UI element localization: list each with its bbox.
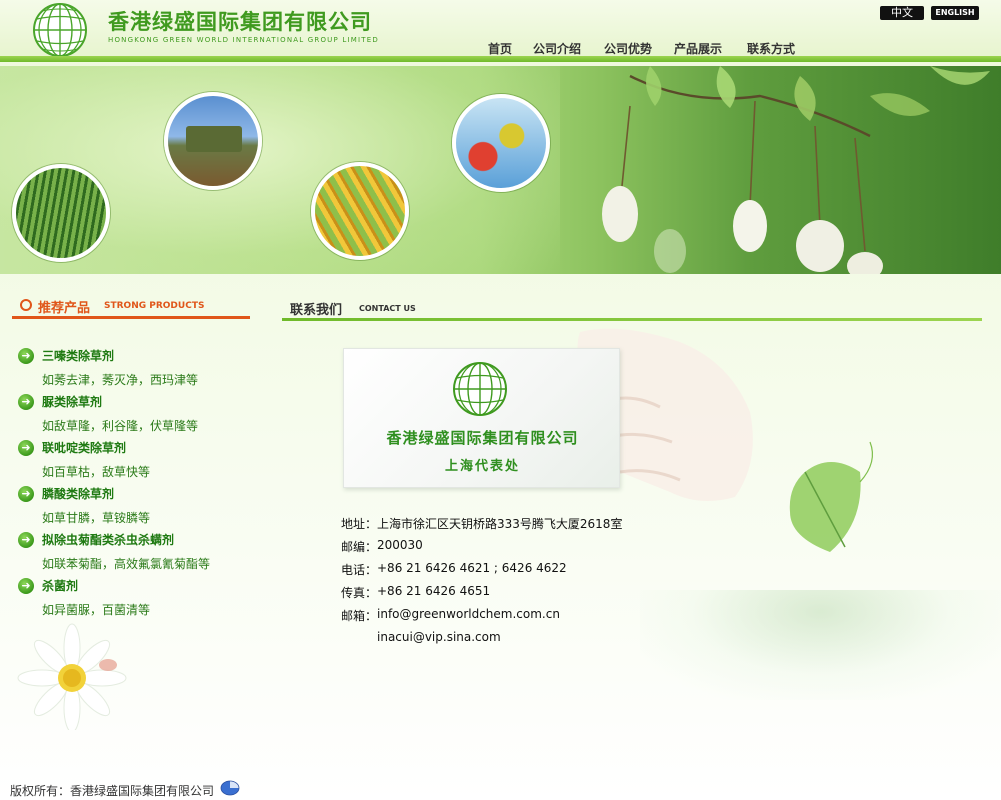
product-desc: 如百草枯，敌草快等 [42, 465, 151, 479]
pie-icon[interactable] [220, 778, 240, 796]
product-name[interactable]: 拟除虫菊酯类杀虫杀螨剂 [42, 531, 174, 548]
product-name[interactable]: 膦酸类除草剂 [42, 485, 114, 502]
nav-item-advantages[interactable]: 公司优势 [604, 40, 652, 57]
contact-address-row: 地址： 上海市徐汇区天钥桥路333号腾飞大厦2618室 [341, 515, 661, 538]
card-office-name: 上海代表处 [444, 459, 520, 474]
list-item[interactable]: ➜ 脲类除草剂 如敌草隆，利谷隆，伏草隆等 [18, 391, 258, 437]
contact-label: 邮编： [341, 540, 378, 554]
nav-item-products[interactable]: 产品展示 [674, 40, 722, 57]
rice-field-photo [12, 164, 110, 262]
email-link[interactable]: inacui@vip.sina.com [377, 630, 501, 644]
product-name[interactable]: 联吡啶类除草剂 [42, 439, 126, 456]
contact-label: 电话： [341, 563, 378, 577]
harvester-photo [164, 92, 262, 190]
product-name[interactable]: 杀菌剂 [42, 577, 78, 594]
lang-english-button[interactable]: ENGLISH [931, 6, 979, 20]
product-desc: 如敌草隆，利谷隆，伏草隆等 [42, 419, 199, 433]
copyright-text: 版权所有：香港绿盛国际集团有限公司 [10, 784, 215, 798]
water-reflection [640, 590, 1001, 700]
product-name[interactable]: 脲类除草剂 [42, 393, 102, 410]
arrow-right-icon: ➜ [18, 348, 34, 364]
products-title-en: STRONG PRODUCTS [104, 301, 205, 311]
arrow-right-icon: ➜ [18, 486, 34, 502]
product-list: ➜ 三嗪类除草剂 如莠去津，莠灭净，西玛津等 ➜ 脲类除草剂 如敌草隆，利谷隆，… [18, 345, 258, 621]
contact-value: +86 21 6426 4651 [377, 584, 491, 598]
globe-logo-icon [453, 362, 507, 416]
harvester-shape [186, 126, 242, 152]
company-name-en: HONGKONG GREEN WORLD INTERNATIONAL GROUP… [108, 36, 379, 44]
contact-divider [282, 318, 982, 321]
product-desc: 如异菌脲，百菌清等 [42, 603, 151, 617]
contact-header: 联系我们 CONTACT US [282, 296, 982, 320]
nav-item-home[interactable]: 首页 [488, 40, 512, 57]
contact-value: 上海市徐汇区天钥桥路333号腾飞大厦2618室 [377, 517, 623, 531]
contact-label: 邮箱： [341, 609, 378, 623]
contact-email-row-2: inacui@vip.sina.com [341, 630, 661, 653]
contact-value: 200030 [377, 538, 423, 552]
list-item[interactable]: ➜ 拟除虫菊酯类杀虫杀螨剂 如联苯菊酯，高效氟氯氰菊酯等 [18, 529, 258, 575]
products-divider [12, 316, 250, 319]
product-desc: 如联苯菊酯，高效氟氯氰菊酯等 [42, 557, 211, 571]
product-desc: 如莠去津，莠灭净，西玛津等 [42, 373, 199, 387]
contact-label: 传真： [341, 586, 378, 600]
hero-banner [0, 66, 1001, 274]
site-header: 香港绿盛国际集团有限公司 HONGKONG GREEN WORLD INTERN… [0, 0, 1001, 62]
email-link[interactable]: info@greenworldchem.com.cn [377, 607, 560, 621]
leaves-seeds-illustration [602, 66, 990, 274]
arrow-right-icon: ➜ [18, 578, 34, 594]
corn-photo [311, 162, 409, 260]
product-desc: 如草甘膦，草铵膦等 [42, 511, 151, 525]
list-item[interactable]: ➜ 三嗪类除草剂 如莠去津，莠灭净，西玛津等 [18, 345, 258, 391]
contact-value: +86 21 6426 4621 ; 6426 4622 [377, 561, 567, 575]
contact-title: 联系我们 [290, 303, 343, 318]
list-item[interactable]: ➜ 膦酸类除草剂 如草甘膦，草铵膦等 [18, 483, 258, 529]
list-item[interactable]: ➜ 杀菌剂 如异菌脲，百菌清等 [18, 575, 258, 621]
nav-item-about[interactable]: 公司介绍 [533, 40, 581, 57]
card-company-name: 香港绿盛国际集团有限公司 [386, 429, 579, 447]
site-footer: 版权所有：香港绿盛国际集团有限公司 [10, 780, 240, 798]
arrow-right-icon: ➜ [18, 394, 34, 410]
contact-title-en: CONTACT US [359, 304, 416, 313]
list-item[interactable]: ➜ 联吡啶类除草剂 如百草枯，敌草快等 [18, 437, 258, 483]
arrow-right-icon: ➜ [18, 532, 34, 548]
contact-label: 地址： [341, 517, 378, 531]
daisy-icon [17, 623, 127, 730]
header-divider [0, 56, 1001, 62]
contact-fax-row: 传真： +86 21 6426 4651 [341, 584, 661, 607]
products-title: 推荐产品 [38, 301, 91, 316]
product-name[interactable]: 三嗪类除草剂 [42, 347, 114, 364]
contact-details: 地址： 上海市徐汇区天钥桥路333号腾飞大厦2618室 邮编： 200030 电… [341, 515, 661, 653]
contact-postcode-row: 邮编： 200030 [341, 538, 661, 561]
circle-bullet-icon [20, 299, 32, 311]
lab-flask-photo [452, 94, 550, 192]
company-name: 香港绿盛国际集团有限公司 [108, 10, 372, 34]
lang-chinese-button[interactable]: 中文 [880, 6, 924, 20]
globe-logo-icon[interactable] [32, 2, 88, 58]
contact-email-row: 邮箱： info@greenworldchem.com.cn [341, 607, 661, 630]
business-card: 香港绿盛国际集团有限公司 上海代表处 [343, 348, 620, 488]
arrow-right-icon: ➜ [18, 440, 34, 456]
contact-phone-row: 电话： +86 21 6426 4621 ; 6426 4622 [341, 561, 661, 584]
nav-item-contact[interactable]: 联系方式 [747, 40, 795, 57]
